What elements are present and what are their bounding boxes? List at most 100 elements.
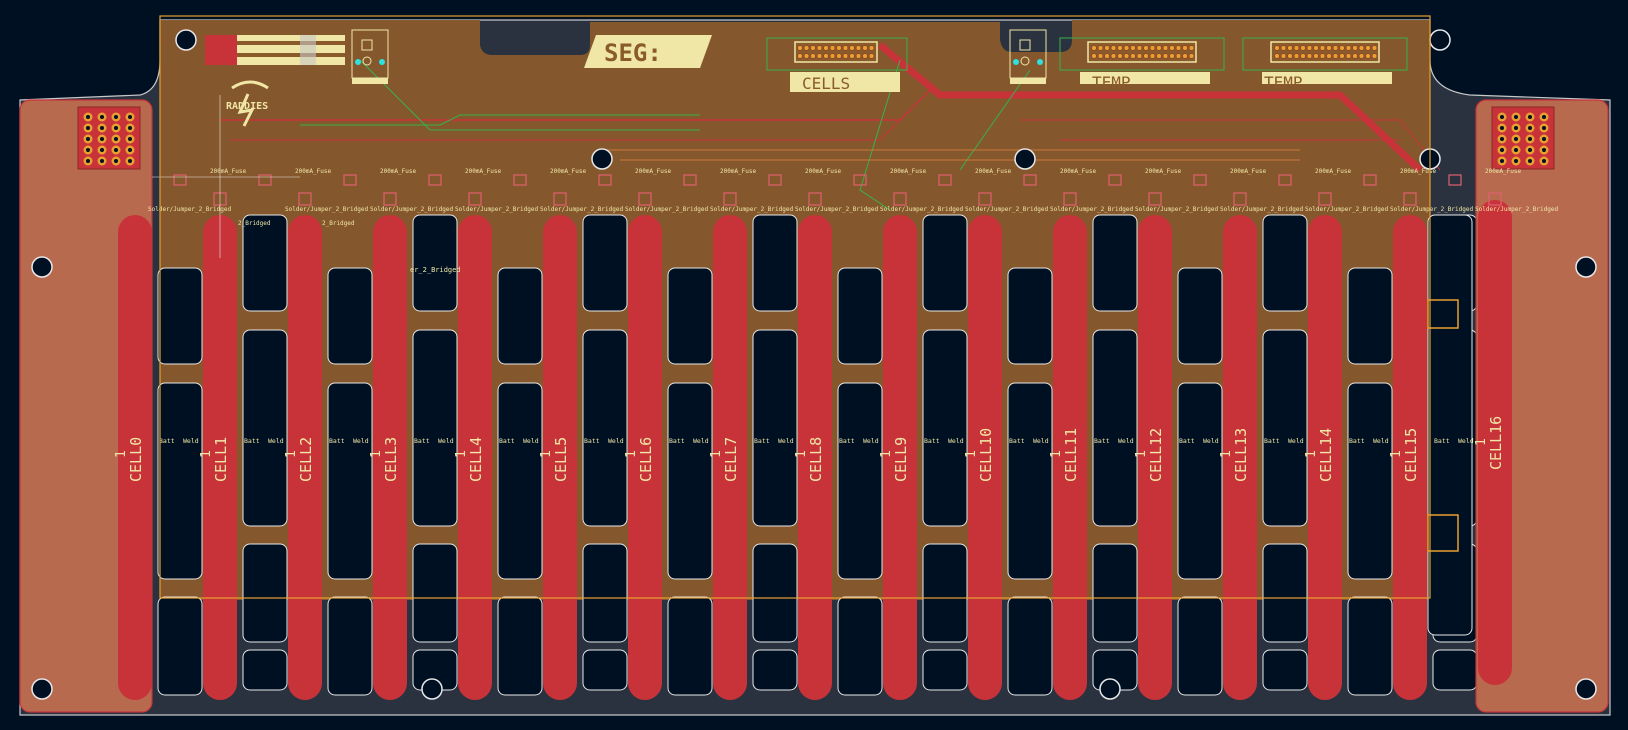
- weld-label: Weld: [1458, 437, 1474, 445]
- batt-label: Batt: [584, 437, 600, 445]
- weld-label: Weld: [1373, 437, 1389, 445]
- cell-cutout: [497, 267, 543, 365]
- batt-label: Batt: [329, 437, 345, 445]
- bus-number: 1: [369, 450, 384, 458]
- cell-cutout: [837, 596, 883, 696]
- cell-cutout: [1432, 649, 1478, 691]
- cell-label: CELL5: [552, 437, 570, 482]
- fuse-label: 200mA_Fuse: [720, 168, 757, 175]
- cell-cutout: [1262, 649, 1308, 691]
- jumper-label: Solder/Jumper_2_Bridged: [625, 206, 708, 213]
- cell-label: CELL13: [1232, 428, 1250, 482]
- weld-label: Weld: [1288, 437, 1304, 445]
- fuse-label: 200mA_Fuse: [1230, 168, 1267, 175]
- cell-cutout: [1262, 214, 1308, 312]
- cell-cutout: [412, 329, 458, 527]
- fuse-label: 200mA_Fuse: [975, 168, 1012, 175]
- cell-cutout: [1007, 267, 1053, 365]
- jumper-label: 2_Bridged: [238, 220, 271, 227]
- bus-number: 1: [1474, 438, 1489, 446]
- cell-cutout: [1092, 214, 1138, 312]
- pcb-layout-canvas[interactable]: CELL01WeldBatt CELL11WeldBatt CELL21WeldBa…: [0, 0, 1628, 730]
- temp-connector-2-label: TEMP: [1264, 73, 1303, 92]
- cell-cutout: [327, 267, 373, 365]
- weld-label: Weld: [1118, 437, 1134, 445]
- cell-label: CELL2: [297, 437, 315, 482]
- cell-cutout: [837, 382, 883, 580]
- cell-cutout: [667, 267, 713, 365]
- cell-label: CELL10: [977, 428, 995, 482]
- cell-label: CELL14: [1317, 428, 1335, 482]
- weld-label: Weld: [1033, 437, 1049, 445]
- bus-number: 1: [284, 450, 299, 458]
- jumper-label: Solder/Jumper_2_Bridged: [285, 206, 368, 213]
- cell-cutout: [157, 267, 203, 365]
- cell-cutout: [582, 649, 628, 691]
- cell-label: CELL0: [127, 437, 145, 482]
- cell-label: CELL9: [892, 437, 910, 482]
- cell-cutout: [1007, 382, 1053, 580]
- cell-label: CELL11: [1062, 428, 1080, 482]
- weld-label: Weld: [948, 437, 964, 445]
- fuse-label: 200mA_Fuse: [465, 168, 502, 175]
- weld-label: Weld: [438, 437, 454, 445]
- fuse-label: 200mA_Fuse: [210, 168, 247, 175]
- jumper-label: Solder/Jumper_2_Bridged: [795, 206, 878, 213]
- cells-connector-label: CELLS: [802, 74, 850, 93]
- weld-label: Weld: [1203, 437, 1219, 445]
- cell-cutout: [1092, 329, 1138, 527]
- cell-label: CELL6: [637, 437, 655, 482]
- batt-label: Batt: [839, 437, 855, 445]
- jumper-label: Solder/Jumper_2_Bridged: [1135, 206, 1218, 213]
- weld-label: Weld: [693, 437, 709, 445]
- batt-label: Batt: [754, 437, 770, 445]
- cell-label: CELL1: [212, 437, 230, 482]
- bus-number: 1: [624, 450, 639, 458]
- temp-connector-1-label: TEMP: [1092, 73, 1131, 92]
- cell-cutout: [242, 649, 288, 691]
- fuse-label: 200mA_Fuse: [635, 168, 672, 175]
- weld-label: Weld: [183, 437, 199, 445]
- weld-label: Weld: [863, 437, 879, 445]
- bus-number: 1: [199, 450, 214, 458]
- cell-cutout: [242, 329, 288, 527]
- segment-text: SEG:: [604, 39, 662, 67]
- batt-label: Batt: [1434, 437, 1450, 445]
- batt-label: Batt: [159, 437, 175, 445]
- fuse-label: 200mA_Fuse: [380, 168, 417, 175]
- cell-label: CELL16: [1487, 416, 1505, 470]
- cell-cutout: [1347, 267, 1393, 365]
- bus-number: 1: [709, 450, 724, 458]
- fuse-label: 200mA_Fuse: [1485, 168, 1522, 175]
- cell-cutout: [497, 382, 543, 580]
- cell-cutout: [412, 214, 458, 312]
- cell-cutout: [1177, 382, 1223, 580]
- batt-label: Batt: [1179, 437, 1195, 445]
- bus-number: 1: [794, 450, 809, 458]
- bus-number: 1: [114, 450, 129, 458]
- pin-header: [1491, 106, 1555, 170]
- cell-cutout: [582, 214, 628, 312]
- fuse-label: 200mA_Fuse: [1060, 168, 1097, 175]
- cell-cutout: [1177, 267, 1223, 365]
- cell-cutout: [1347, 596, 1393, 696]
- bus-number: 1: [1219, 450, 1234, 458]
- cell-cutout: [1262, 329, 1308, 527]
- cell-cutout: [667, 382, 713, 580]
- weld-label: Weld: [353, 437, 369, 445]
- bridged-note: er_2_Bridged: [410, 266, 461, 274]
- cell-label: CELL7: [722, 437, 740, 482]
- cell-cutout: [242, 543, 288, 643]
- cell-cutout: [242, 214, 288, 312]
- jumper-label: Solder/Jumper_2_Bridged: [1475, 206, 1558, 213]
- cell-cutout: [582, 543, 628, 643]
- batt-label: Batt: [669, 437, 685, 445]
- fuse-label: 200mA_Fuse: [1145, 168, 1182, 175]
- silkscreen-strip: [205, 35, 345, 65]
- segment-label: SEG:: [584, 35, 712, 68]
- cell-cutout: [1347, 382, 1393, 580]
- cell-label: CELL8: [807, 437, 825, 482]
- cell-cutout: [582, 329, 628, 527]
- cell-cutout: [752, 649, 798, 691]
- cell-label: CELL12: [1147, 428, 1165, 482]
